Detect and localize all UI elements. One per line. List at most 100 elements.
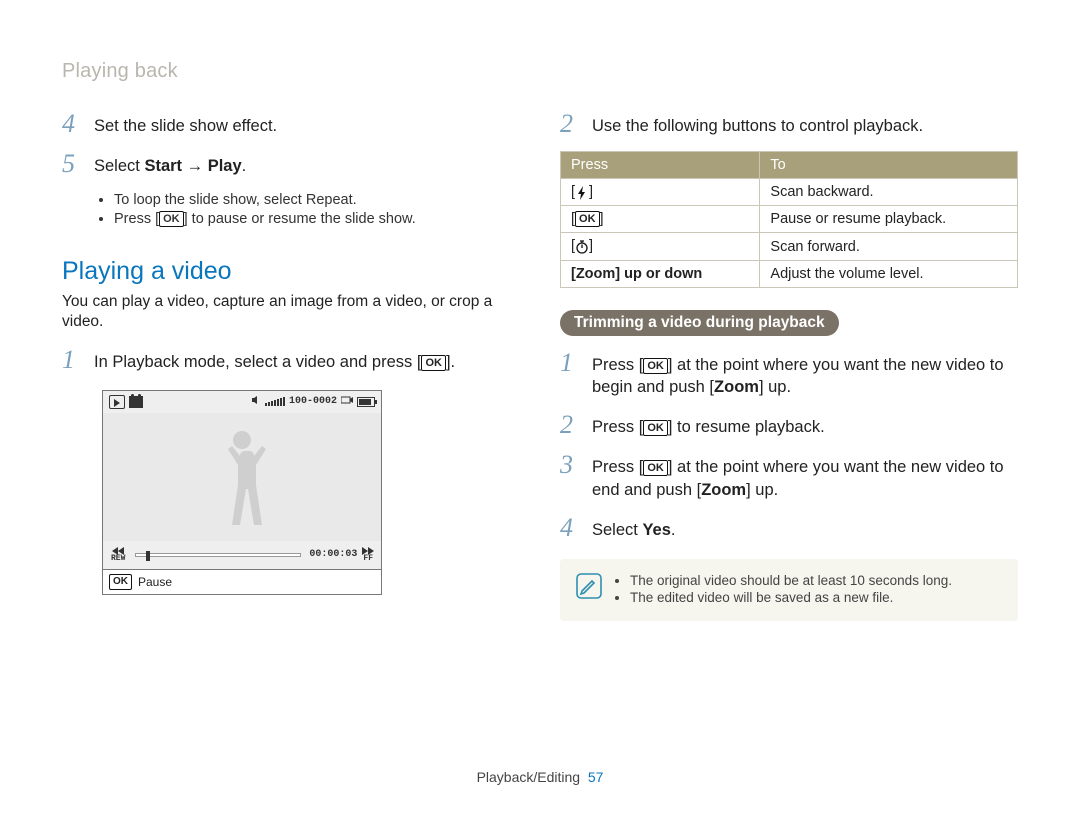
step-text: Select Yes.	[592, 515, 676, 541]
ok-icon: OK	[643, 460, 668, 476]
file-counter: 100-0002	[289, 396, 337, 407]
step-number: 3	[560, 452, 582, 501]
timeline	[135, 553, 301, 557]
section-intro: You can play a video, capture an image f…	[62, 292, 520, 334]
note-item: The edited video will be saved as a new …	[630, 590, 952, 605]
rew-label: REW	[109, 555, 127, 563]
ok-icon: OK	[421, 355, 446, 371]
step-2: 2 Use the following buttons to control p…	[560, 111, 1018, 137]
text: ].	[446, 353, 455, 371]
table-row: [OK] Pause or resume playback.	[561, 206, 1018, 233]
running-header: Playing back	[62, 60, 1018, 83]
movie-reel-icon	[341, 395, 353, 409]
bold-text: Start	[144, 157, 182, 175]
section-title: Playing a video	[62, 257, 520, 286]
table-header: Press	[561, 152, 760, 179]
step-5: 5 Select Start → Play.	[62, 151, 520, 177]
step-text: Select Start → Play.	[94, 151, 246, 177]
key-cell: [OK]	[561, 206, 760, 233]
text: To loop the slide show, select	[114, 192, 306, 208]
volume-level-icon	[265, 397, 285, 406]
step-text: Use the following buttons to control pla…	[592, 111, 923, 137]
camera-caption: OK Pause	[102, 570, 382, 595]
left-column: 4 Set the slide show effect. 5 Select St…	[62, 111, 520, 621]
text: .	[671, 521, 676, 539]
to-cell: Scan forward.	[760, 233, 1018, 260]
text: Press [	[592, 356, 643, 374]
step-number: 1	[62, 347, 84, 373]
step-text: Press [OK] to resume playback.	[592, 412, 825, 438]
page-footer: Playback/Editing 57	[0, 769, 1080, 785]
step-text: Press [OK] at the point where you want t…	[592, 350, 1018, 399]
text: .	[242, 157, 247, 175]
text: Press [	[592, 458, 643, 476]
trim-step-2: 2 Press [OK] to resume playback.	[560, 412, 1018, 438]
ok-icon: OK	[575, 211, 600, 227]
bold-text: Yes	[642, 521, 670, 539]
person-silhouette	[207, 431, 277, 541]
step-number: 5	[62, 151, 84, 177]
speaker-icon	[251, 395, 261, 409]
timer-icon	[575, 239, 589, 255]
to-cell: Pause or resume playback.	[760, 206, 1018, 233]
table-row: [] Scan backward.	[561, 179, 1018, 206]
text: ] to resume playback.	[668, 418, 825, 436]
step-text: Set the slide show effect.	[94, 111, 277, 137]
step-1: 1 In Playback mode, select a video and p…	[62, 347, 520, 373]
table-row: [] Scan forward.	[561, 233, 1018, 260]
text: Select	[592, 521, 642, 539]
text: ] up.	[746, 481, 778, 499]
forward-icon: FF	[361, 547, 375, 563]
key-cell: [Zoom] up or down	[561, 260, 760, 287]
step-number: 2	[560, 111, 582, 137]
camera-screen-illustration: 100-0002 REW	[102, 390, 382, 595]
text: ] to pause or resume the slide show.	[184, 211, 416, 227]
to-cell: Scan backward.	[760, 179, 1018, 206]
step-number: 4	[560, 515, 582, 541]
text: Select	[94, 157, 144, 175]
sub-item: Press [OK] to pause or resume the slide …	[114, 211, 520, 227]
flash-icon	[575, 184, 589, 200]
step-text: In Playback mode, select a video and pre…	[94, 347, 455, 373]
note-item: The original video should be at least 10…	[630, 573, 952, 588]
text: Press [	[114, 211, 159, 227]
sub-item: To loop the slide show, select Repeat.	[114, 192, 520, 208]
step-number: 1	[560, 350, 582, 399]
to-cell: Adjust the volume level.	[760, 260, 1018, 287]
ok-icon: OK	[159, 211, 184, 227]
table-row: [Zoom] up or down Adjust the volume leve…	[561, 260, 1018, 287]
text: Press [	[592, 418, 643, 436]
bold-text: Play	[208, 157, 242, 175]
video-icon	[129, 396, 143, 408]
play-mode-icon	[109, 395, 125, 409]
trim-step-4: 4 Select Yes.	[560, 515, 1018, 541]
bold-text: Repeat	[306, 192, 353, 208]
note-icon	[576, 573, 602, 599]
trim-step-3: 3 Press [OK] at the point where you want…	[560, 452, 1018, 501]
timestamp: 00:00:03	[309, 549, 357, 560]
footer-section: Playback/Editing	[477, 769, 581, 785]
step-number: 4	[62, 111, 84, 137]
step-text: Press [OK] at the point where you want t…	[592, 452, 1018, 501]
battery-icon	[357, 397, 375, 407]
note-list: The original video should be at least 10…	[614, 573, 952, 607]
key-cell: []	[561, 233, 760, 260]
caption-text: Pause	[138, 575, 172, 589]
ok-icon: OK	[643, 420, 668, 436]
subsection-pill: Trimming a video during playback	[560, 310, 839, 336]
step-4: 4 Set the slide show effect.	[62, 111, 520, 137]
key-cell: []	[561, 179, 760, 206]
ff-label: FF	[361, 555, 375, 563]
bold-text: Zoom	[714, 378, 759, 396]
zoom-key-label: [Zoom] up or down	[571, 266, 702, 282]
right-column: 2 Use the following buttons to control p…	[560, 111, 1018, 621]
ok-icon: OK	[643, 358, 668, 374]
step-number: 2	[560, 412, 582, 438]
text: →	[182, 157, 208, 175]
rewind-icon: REW	[109, 547, 127, 563]
text: In Playback mode, select a video and pre…	[94, 353, 421, 371]
text: ] up.	[759, 378, 791, 396]
bold-text: Zoom	[701, 481, 746, 499]
table-header: To	[760, 152, 1018, 179]
controls-table: Press To [] Scan backward. [OK] Pause or…	[560, 151, 1018, 287]
